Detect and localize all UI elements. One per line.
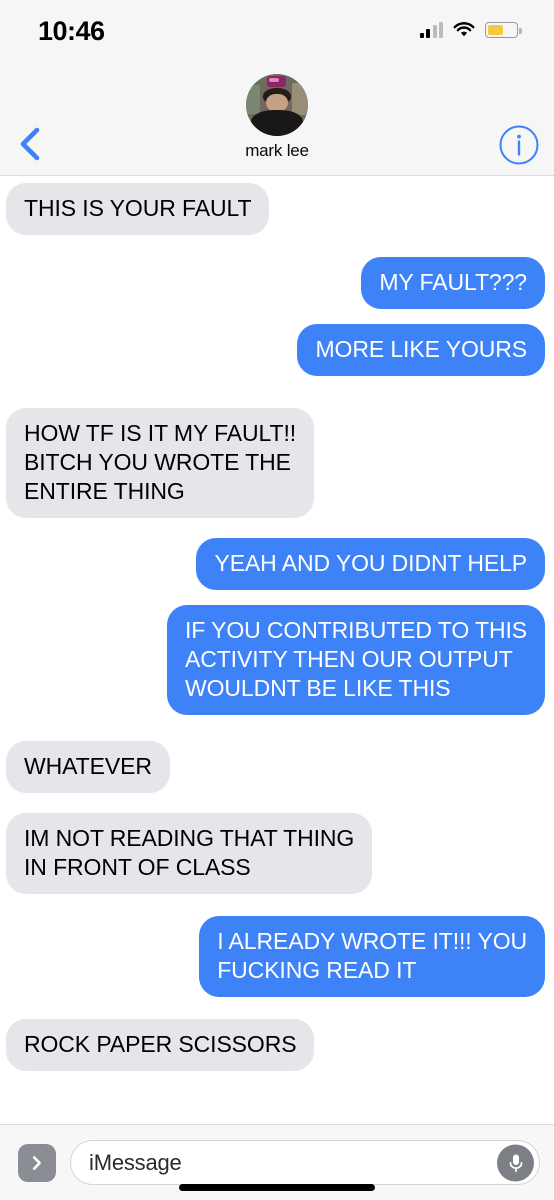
wifi-icon <box>453 22 475 37</box>
message-bubble[interactable]: YEAH AND YOU DIDNT HELP <box>196 538 552 590</box>
message-text: THIS IS YOUR FAULT <box>24 195 252 221</box>
message-bubble[interactable]: THIS IS YOUR FAULT <box>0 183 270 235</box>
message-text: MORE LIKE YOURS <box>315 336 527 362</box>
message-text: I ALREADY WROTE IT!!! YOU FUCKING READ I… <box>217 928 527 983</box>
message-input-placeholder: iMessage <box>89 1149 182 1175</box>
message-row-out: MY FAULT??? <box>0 257 554 309</box>
info-circle-icon[interactable] <box>498 124 540 166</box>
message-row-in: THIS IS YOUR FAULT <box>0 183 554 235</box>
app-drawer-chevron-icon <box>32 1155 41 1170</box>
message-text: IF YOU CONTRIBUTED TO THIS ACTIVITY THEN… <box>184 617 527 701</box>
battery-icon <box>485 22 522 38</box>
message-text: MY FAULT??? <box>379 269 527 295</box>
imessage-conversation-screen: 10:46 mark lee THIS IS YOUR FAULT MY FAU… <box>0 0 554 1200</box>
contact-name: mark lee <box>245 141 309 160</box>
message-bubble[interactable]: IM NOT READING THAT THING IN FRONT OF CL… <box>0 813 373 894</box>
message-text: IM NOT READING THAT THING IN FRONT OF CL… <box>24 825 355 880</box>
microphone-icon <box>509 1154 522 1173</box>
message-row-out: IF YOU CONTRIBUTED TO THIS ACTIVITY THEN… <box>0 605 554 715</box>
message-row-in: HOW TF IS IT MY FAULT!! BITCH YOU WROTE … <box>0 408 554 518</box>
message-row-in: IM NOT READING THAT THING IN FRONT OF CL… <box>0 813 554 894</box>
message-text: YEAH AND YOU DIDNT HELP <box>214 550 527 576</box>
message-row-in: ROCK PAPER SCISSORS <box>0 1019 554 1071</box>
message-bubble[interactable]: ROCK PAPER SCISSORS <box>0 1019 315 1071</box>
message-input-field[interactable]: iMessage <box>70 1140 540 1185</box>
cellular-signal-icon <box>419 22 443 38</box>
message-row-out: I ALREADY WROTE IT!!! YOU FUCKING READ I… <box>0 916 554 997</box>
message-text: WHATEVER <box>24 753 152 779</box>
status-bar-indicators <box>419 22 522 38</box>
status-bar-time: 10:46 <box>38 15 105 46</box>
message-bubble[interactable]: HOW TF IS IT MY FAULT!! BITCH YOU WROTE … <box>0 408 315 518</box>
message-bubble[interactable]: I ALREADY WROTE IT!!! YOU FUCKING READ I… <box>199 916 552 997</box>
message-text: ROCK PAPER SCISSORS <box>24 1031 297 1057</box>
message-bubble[interactable]: IF YOU CONTRIBUTED TO THIS ACTIVITY THEN… <box>166 605 553 715</box>
message-row-out: MORE LIKE YOURS <box>0 324 554 376</box>
message-bubble[interactable]: MORE LIKE YOURS <box>297 324 552 376</box>
message-bubble[interactable]: MY FAULT??? <box>361 257 552 309</box>
contact-info[interactable]: mark lee <box>0 74 554 161</box>
message-row-in: WHATEVER <box>0 741 554 793</box>
message-list[interactable]: THIS IS YOUR FAULT MY FAULT??? MORE LIKE Y… <box>0 176 554 1124</box>
conversation-header: mark lee <box>0 60 554 176</box>
message-bubble[interactable]: WHATEVER <box>0 741 170 793</box>
app-drawer-button[interactable] <box>18 1143 56 1182</box>
home-indicator <box>179 1184 375 1191</box>
dictation-button[interactable] <box>497 1144 534 1181</box>
contact-avatar-photo[interactable] <box>246 74 308 136</box>
message-row-out: YEAH AND YOU DIDNT HELP <box>0 538 554 590</box>
status-bar: 10:46 <box>0 0 554 60</box>
message-text: HOW TF IS IT MY FAULT!! BITCH YOU WROTE … <box>24 420 297 504</box>
